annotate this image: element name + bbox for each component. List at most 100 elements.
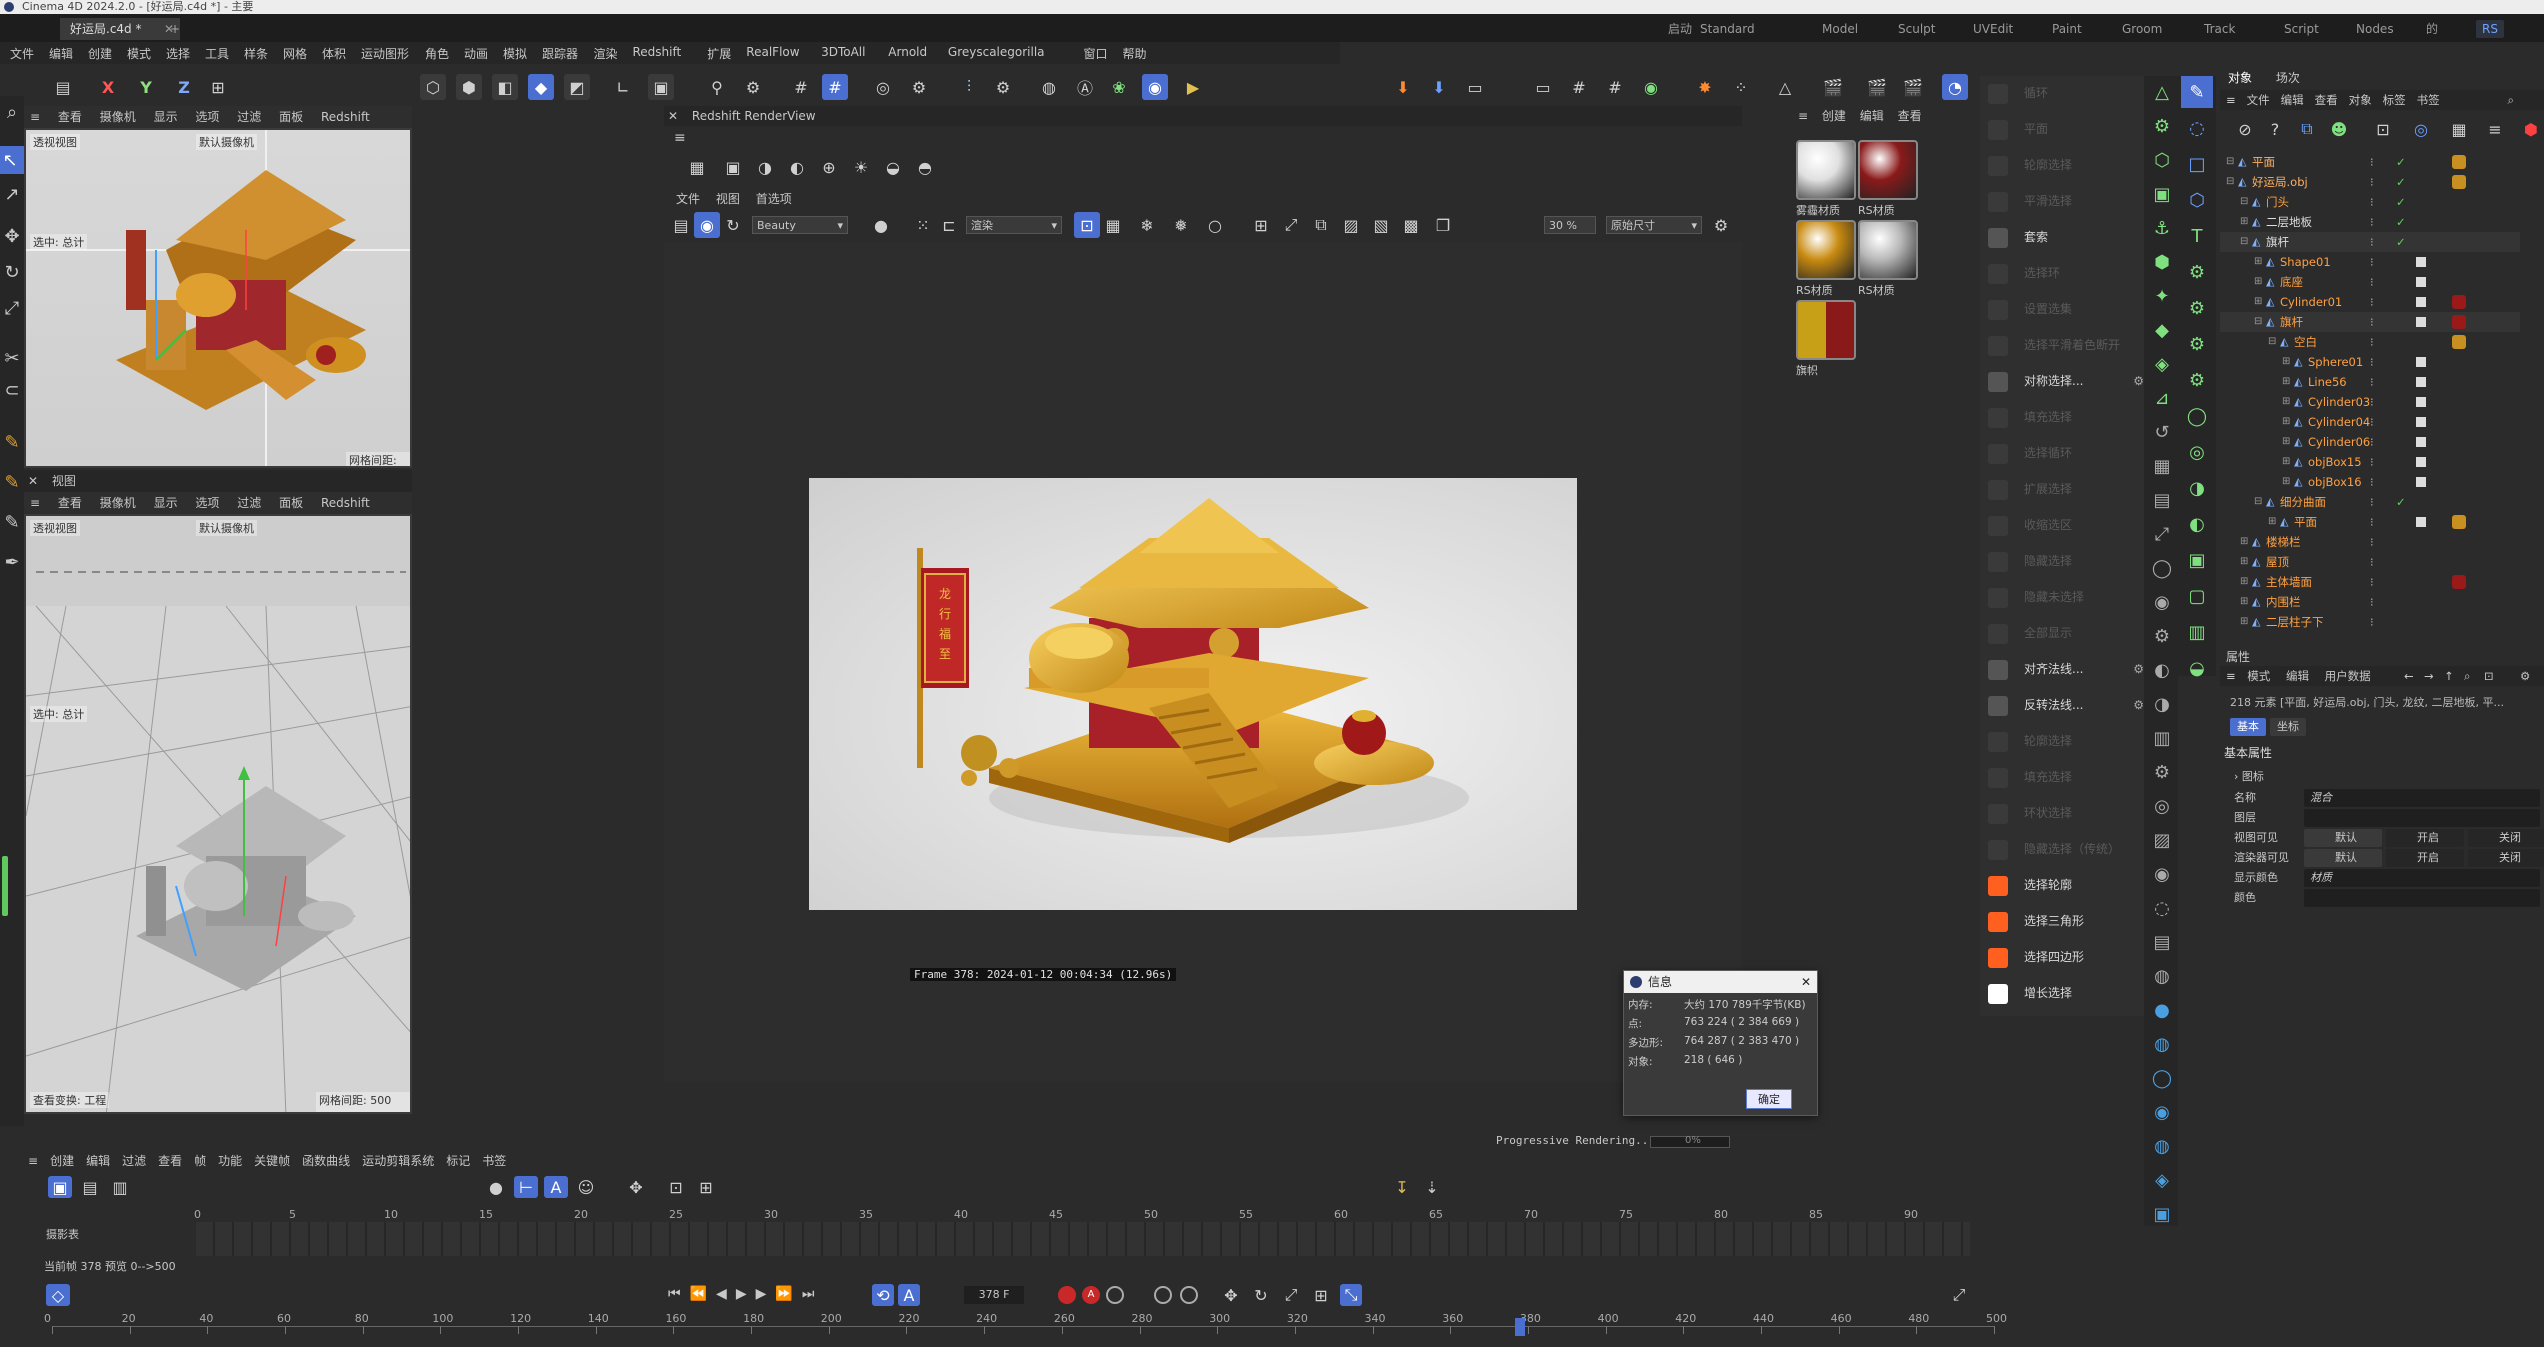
ok-button[interactable]: 确定 xyxy=(1746,1089,1792,1109)
tag-icon[interactable] xyxy=(2416,617,2426,627)
object-menu-item[interactable]: 文件 xyxy=(2247,93,2270,107)
axis-x-button[interactable]: X xyxy=(95,74,121,100)
palette-tool-icon[interactable]: ◌ xyxy=(2146,892,2178,924)
selection-menu-item[interactable]: 填充选择 xyxy=(1980,400,2150,434)
palette-tool-icon[interactable]: ● xyxy=(2146,994,2178,1026)
selection-menu-item[interactable]: 全部显示 xyxy=(1980,616,2150,650)
object-row[interactable]: ⊞ ◭ Sphere01 ⁝ xyxy=(2220,352,2520,372)
zoom-select[interactable]: 30 % xyxy=(1544,216,1596,234)
object-name[interactable]: 旗杆 xyxy=(2280,312,2303,332)
link-icon[interactable]: ⧉ xyxy=(2294,116,2320,142)
menu-item[interactable]: Redshift xyxy=(633,45,682,59)
visibility-dots-icon[interactable]: ⁝ xyxy=(2370,192,2374,212)
visibility-dots-icon[interactable]: ⁝ xyxy=(2370,272,2374,292)
dome-icon[interactable]: ◒ xyxy=(880,154,906,180)
size-mode-select[interactable]: 原始尺寸 ▾ xyxy=(1606,216,1702,234)
visibility-dots-icon[interactable]: ⁝ xyxy=(2370,292,2374,312)
settings-icon[interactable]: ⚙ xyxy=(2133,652,2144,686)
material-swatch[interactable] xyxy=(1796,140,1856,200)
lock-icon[interactable]: ⊡ xyxy=(1074,212,1100,238)
object-row[interactable]: ⊞ ◭ objBox16 ⁝ xyxy=(2220,472,2520,492)
key-icon[interactable]: ◇ xyxy=(46,1284,70,1306)
object-row[interactable]: ⊞ ◭ Cylinder06 ⁝ xyxy=(2220,432,2520,452)
object-row[interactable]: ⊞ ◭ Cylinder03 ⁝ xyxy=(2220,392,2520,412)
prev-key-icon[interactable]: ⏪ xyxy=(690,1286,707,1306)
texture-mode-icon[interactable]: ▣ xyxy=(648,74,674,100)
object-row[interactable]: ⊞ ◭ 楼梯栏 ⁝ xyxy=(2220,532,2520,552)
lock-icon[interactable]: ⊡ xyxy=(2484,666,2494,686)
menu-item[interactable]: 渲染 xyxy=(594,45,618,62)
visibility-dots-icon[interactable]: ⁝ xyxy=(2370,212,2374,232)
object-name[interactable]: 楼梯栏 xyxy=(2266,532,2301,552)
current-frame-field[interactable]: 378 F xyxy=(964,1286,1024,1304)
frame-ruler-bottom[interactable]: 0 20 40 60 80 100 120 140 160 180 200 220 240 260 280 3… xyxy=(44,1312,2007,1342)
palette-tool-icon[interactable]: ▤ xyxy=(2146,926,2178,958)
head-icon[interactable]: ☻ xyxy=(2326,116,2352,142)
selection-menu-item[interactable]: 选择四边形 xyxy=(1980,940,2150,974)
save-icon[interactable]: ▧ xyxy=(1368,212,1394,238)
material-swatch[interactable] xyxy=(1796,220,1856,280)
object-row[interactable]: ⊞ ◭ 主体墙面 ⁝ xyxy=(2220,572,2520,592)
object-name[interactable]: 平面 xyxy=(2252,152,2275,172)
shader-ball-icon[interactable]: ◑ xyxy=(752,154,778,180)
selection-menu-item[interactable]: 对称选择... ⚙ xyxy=(1980,364,2150,398)
material-tag-icon[interactable] xyxy=(2452,395,2466,409)
dome-2-icon[interactable]: ◓ xyxy=(912,154,938,180)
material-swatch[interactable] xyxy=(1858,220,1918,280)
model-mode-icon[interactable]: ◆ xyxy=(528,74,554,100)
visibility-dots-icon[interactable]: ⁝ xyxy=(2370,372,2374,392)
expand-icon[interactable]: ⊞ xyxy=(2240,592,2248,612)
tab-coord[interactable]: 坐标 xyxy=(2270,718,2306,736)
menu-item[interactable]: 文件 xyxy=(10,45,34,62)
visibility-option[interactable]: 关闭 xyxy=(2468,849,2544,867)
selection-menu-item[interactable]: 选择轮廓 xyxy=(1980,868,2150,902)
tag-icon[interactable] xyxy=(2416,217,2426,227)
layout-3[interactable]: Model xyxy=(1822,20,1858,38)
object-row[interactable]: ⊟ ◭ 门头 ⁝ ✓ xyxy=(2220,192,2520,212)
undo-history-icon[interactable]: ▤ xyxy=(50,74,76,100)
tag-icon[interactable] xyxy=(2416,457,2426,467)
object-palette-icon[interactable]: ✎ xyxy=(2181,76,2213,108)
render-picture-viewer-icon[interactable]: ❀ xyxy=(1106,74,1132,100)
object-row[interactable]: ⊟ ◭ 旗杆 ⁝ ✓ xyxy=(2220,232,2520,252)
object-name[interactable]: objBox16 xyxy=(2308,472,2362,492)
object-name[interactable]: 旗杆 xyxy=(2266,232,2289,252)
expand-icon[interactable]: ⊟ xyxy=(2226,152,2234,172)
selection-menu-item[interactable]: 对齐法线... ⚙ xyxy=(1980,652,2150,686)
visibility-dots-icon[interactable]: ⁝ xyxy=(2370,252,2374,272)
visibility-dots-icon[interactable]: ⁝ xyxy=(2370,432,2374,452)
rv-menu-file[interactable]: 文件 xyxy=(676,192,700,206)
shader-ball-2-icon[interactable]: ◐ xyxy=(784,154,810,180)
symmetry-settings-icon[interactable]: ⚙ xyxy=(990,74,1016,100)
object-menu-item[interactable]: 编辑 xyxy=(2281,93,2304,107)
material-tag-icon[interactable] xyxy=(2452,615,2466,629)
palette-tool-icon[interactable]: ↺ xyxy=(2146,416,2178,448)
expand-icon[interactable]: ⊞ xyxy=(2254,272,2262,292)
material-tag-icon[interactable] xyxy=(2452,435,2466,449)
object-name[interactable]: 主体墙面 xyxy=(2266,572,2312,592)
expand-icon[interactable]: ⊞ xyxy=(2240,532,2248,552)
expand-icon[interactable]: ⊟ xyxy=(2268,332,2276,352)
menu-item[interactable]: Arnold xyxy=(888,45,927,59)
mat-menu-view[interactable]: 查看 xyxy=(1898,109,1922,123)
expand-icon[interactable]: ⊟ xyxy=(2240,232,2248,252)
forward-icon[interactable]: → xyxy=(2424,666,2434,686)
selection-menu-item[interactable]: 隐藏选择 xyxy=(1980,544,2150,578)
palette-tool-icon[interactable]: ◈ xyxy=(2146,348,2178,380)
key-rot-icon[interactable] xyxy=(1180,1286,1198,1304)
menu-item[interactable]: 帮助 xyxy=(1123,45,1147,62)
palette-tool-icon[interactable]: ▨ xyxy=(2146,824,2178,856)
layout-6[interactable]: Paint xyxy=(2052,20,2082,38)
object-palette-icon[interactable]: ◒ xyxy=(2181,652,2213,684)
loop-icon[interactable]: ⟲ xyxy=(872,1284,894,1306)
material-tag-icon[interactable] xyxy=(2452,495,2466,509)
back-icon[interactable]: ← xyxy=(2404,666,2414,686)
tab-takes[interactable]: 场次 xyxy=(2276,71,2300,85)
menu-item[interactable]: 扩展 xyxy=(707,45,731,62)
object-row[interactable]: ⊞ ◭ 底座 ⁝ xyxy=(2220,272,2520,292)
visibility-dots-icon[interactable]: ⁝ xyxy=(2370,472,2374,492)
palette-tool-icon[interactable]: ▣ xyxy=(2146,178,2178,210)
crop-icon[interactable]: ⊏ xyxy=(936,212,962,238)
tag-icon[interactable] xyxy=(2416,177,2426,187)
object-row[interactable]: ⊞ ◭ 屋顶 ⁝ xyxy=(2220,552,2520,572)
